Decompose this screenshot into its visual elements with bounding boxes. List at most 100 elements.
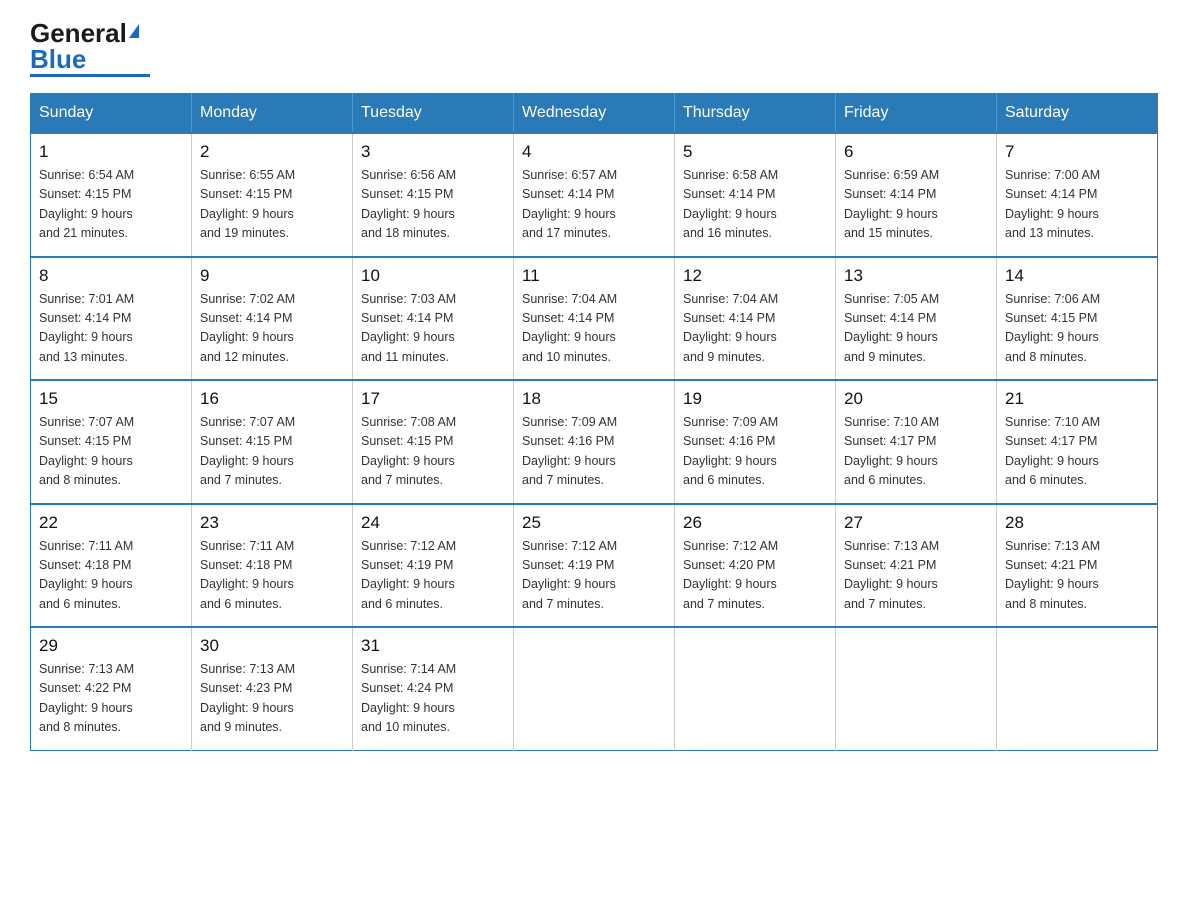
day-number: 30	[200, 636, 344, 656]
day-number: 23	[200, 513, 344, 533]
logo-triangle-icon	[129, 24, 139, 38]
day-number: 22	[39, 513, 183, 533]
day-info: Sunrise: 7:07 AMSunset: 4:15 PMDaylight:…	[39, 413, 183, 491]
week-row-5: 29 Sunrise: 7:13 AMSunset: 4:22 PMDayligh…	[31, 627, 1158, 750]
day-number: 29	[39, 636, 183, 656]
day-cell: 2Sunrise: 6:55 AMSunset: 4:15 PMDaylight…	[192, 133, 353, 257]
day-number: 17	[361, 389, 505, 409]
header-wednesday: Wednesday	[514, 94, 675, 134]
day-cell	[514, 627, 675, 750]
day-info: Sunrise: 7:04 AMSunset: 4:14 PMDaylight:…	[683, 290, 827, 368]
day-cell: 30Sunrise: 7:13 AMSunset: 4:23 PMDayligh…	[192, 627, 353, 750]
day-info: Sunrise: 7:12 AMSunset: 4:19 PMDaylight:…	[361, 537, 505, 615]
day-number: 31	[361, 636, 505, 656]
day-info: Sunrise: 7:03 AMSunset: 4:14 PMDaylight:…	[361, 290, 505, 368]
day-info: Sunrise: 7:13 AMSunset: 4:21 PMDaylight:…	[1005, 537, 1149, 615]
day-info: Sunrise: 6:54 AMSunset: 4:15 PMDaylight:…	[39, 166, 183, 244]
day-cell: 26 Sunrise: 7:12 AMSunset: 4:20 PMDayligh…	[675, 504, 836, 628]
day-cell: 12 Sunrise: 7:04 AMSunset: 4:14 PMDayligh…	[675, 257, 836, 381]
day-info: Sunrise: 7:04 AMSunset: 4:14 PMDaylight:…	[522, 290, 666, 368]
day-info: Sunrise: 7:10 AMSunset: 4:17 PMDaylight:…	[1005, 413, 1149, 491]
day-info: Sunrise: 7:08 AMSunset: 4:15 PMDaylight:…	[361, 413, 505, 491]
header-thursday: Thursday	[675, 94, 836, 134]
day-info: Sunrise: 6:56 AMSunset: 4:15 PMDaylight:…	[361, 166, 505, 244]
week-row-3: 15 Sunrise: 7:07 AMSunset: 4:15 PMDayligh…	[31, 380, 1158, 504]
day-number: 12	[683, 266, 827, 286]
day-cell: 20 Sunrise: 7:10 AMSunset: 4:17 PMDayligh…	[836, 380, 997, 504]
day-cell: 8Sunrise: 7:01 AMSunset: 4:14 PMDaylight…	[31, 257, 192, 381]
page-header: General Blue	[30, 20, 1158, 77]
day-cell: 1 Sunrise: 6:54 AMSunset: 4:15 PMDaylight…	[31, 133, 192, 257]
week-row-2: 8Sunrise: 7:01 AMSunset: 4:14 PMDaylight…	[31, 257, 1158, 381]
day-info: Sunrise: 6:59 AMSunset: 4:14 PMDaylight:…	[844, 166, 988, 244]
day-number: 19	[683, 389, 827, 409]
day-cell: 6Sunrise: 6:59 AMSunset: 4:14 PMDaylight…	[836, 133, 997, 257]
day-cell: 10Sunrise: 7:03 AMSunset: 4:14 PMDayligh…	[353, 257, 514, 381]
week-row-1: 1 Sunrise: 6:54 AMSunset: 4:15 PMDaylight…	[31, 133, 1158, 257]
logo: General Blue	[30, 20, 150, 77]
day-cell: 18Sunrise: 7:09 AMSunset: 4:16 PMDayligh…	[514, 380, 675, 504]
day-info: Sunrise: 7:10 AMSunset: 4:17 PMDaylight:…	[844, 413, 988, 491]
day-info: Sunrise: 7:01 AMSunset: 4:14 PMDaylight:…	[39, 290, 183, 368]
day-cell: 4Sunrise: 6:57 AMSunset: 4:14 PMDaylight…	[514, 133, 675, 257]
day-info: Sunrise: 7:13 AMSunset: 4:22 PMDaylight:…	[39, 660, 183, 738]
day-number: 13	[844, 266, 988, 286]
header-saturday: Saturday	[997, 94, 1158, 134]
day-number: 21	[1005, 389, 1149, 409]
day-number: 16	[200, 389, 344, 409]
header-tuesday: Tuesday	[353, 94, 514, 134]
day-cell: 13 Sunrise: 7:05 AMSunset: 4:14 PMDayligh…	[836, 257, 997, 381]
day-number: 18	[522, 389, 666, 409]
day-cell: 16 Sunrise: 7:07 AMSunset: 4:15 PMDayligh…	[192, 380, 353, 504]
day-cell: 28 Sunrise: 7:13 AMSunset: 4:21 PMDayligh…	[997, 504, 1158, 628]
logo-underline	[30, 74, 150, 77]
day-info: Sunrise: 7:07 AMSunset: 4:15 PMDaylight:…	[200, 413, 344, 491]
day-number: 28	[1005, 513, 1149, 533]
day-number: 9	[200, 266, 344, 286]
day-info: Sunrise: 7:09 AMSunset: 4:16 PMDaylight:…	[683, 413, 827, 491]
day-number: 15	[39, 389, 183, 409]
day-cell: 25Sunrise: 7:12 AMSunset: 4:19 PMDayligh…	[514, 504, 675, 628]
day-number: 25	[522, 513, 666, 533]
header-monday: Monday	[192, 94, 353, 134]
day-cell	[836, 627, 997, 750]
day-cell: 27Sunrise: 7:13 AMSunset: 4:21 PMDayligh…	[836, 504, 997, 628]
week-row-4: 22 Sunrise: 7:11 AMSunset: 4:18 PMDayligh…	[31, 504, 1158, 628]
day-cell	[675, 627, 836, 750]
day-info: Sunrise: 6:58 AMSunset: 4:14 PMDaylight:…	[683, 166, 827, 244]
logo-blue: Blue	[30, 44, 86, 74]
calendar-table: SundayMondayTuesdayWednesdayThursdayFrid…	[30, 93, 1158, 751]
day-cell: 19 Sunrise: 7:09 AMSunset: 4:16 PMDayligh…	[675, 380, 836, 504]
day-number: 1	[39, 142, 183, 162]
calendar-body: 1 Sunrise: 6:54 AMSunset: 4:15 PMDaylight…	[31, 133, 1158, 750]
day-info: Sunrise: 7:13 AMSunset: 4:21 PMDaylight:…	[844, 537, 988, 615]
day-cell: 11 Sunrise: 7:04 AMSunset: 4:14 PMDayligh…	[514, 257, 675, 381]
day-info: Sunrise: 6:55 AMSunset: 4:15 PMDaylight:…	[200, 166, 344, 244]
day-cell: 23 Sunrise: 7:11 AMSunset: 4:18 PMDayligh…	[192, 504, 353, 628]
day-info: Sunrise: 7:00 AMSunset: 4:14 PMDaylight:…	[1005, 166, 1149, 244]
day-cell: 21 Sunrise: 7:10 AMSunset: 4:17 PMDayligh…	[997, 380, 1158, 504]
day-number: 11	[522, 266, 666, 286]
day-info: Sunrise: 7:11 AMSunset: 4:18 PMDaylight:…	[39, 537, 183, 615]
day-number: 7	[1005, 142, 1149, 162]
day-info: Sunrise: 7:12 AMSunset: 4:20 PMDaylight:…	[683, 537, 827, 615]
header-sunday: Sunday	[31, 94, 192, 134]
day-cell: 24Sunrise: 7:12 AMSunset: 4:19 PMDayligh…	[353, 504, 514, 628]
day-cell: 7 Sunrise: 7:00 AMSunset: 4:14 PMDaylight…	[997, 133, 1158, 257]
day-number: 4	[522, 142, 666, 162]
day-cell: 9 Sunrise: 7:02 AMSunset: 4:14 PMDaylight…	[192, 257, 353, 381]
day-info: Sunrise: 7:06 AMSunset: 4:15 PMDaylight:…	[1005, 290, 1149, 368]
header-row: SundayMondayTuesdayWednesdayThursdayFrid…	[31, 94, 1158, 134]
day-number: 26	[683, 513, 827, 533]
header-friday: Friday	[836, 94, 997, 134]
day-info: Sunrise: 7:11 AMSunset: 4:18 PMDaylight:…	[200, 537, 344, 615]
day-number: 14	[1005, 266, 1149, 286]
day-info: Sunrise: 7:02 AMSunset: 4:14 PMDaylight:…	[200, 290, 344, 368]
day-cell: 31 Sunrise: 7:14 AMSunset: 4:24 PMDayligh…	[353, 627, 514, 750]
day-cell: 29 Sunrise: 7:13 AMSunset: 4:22 PMDayligh…	[31, 627, 192, 750]
day-cell: 5Sunrise: 6:58 AMSunset: 4:14 PMDaylight…	[675, 133, 836, 257]
day-info: Sunrise: 7:14 AMSunset: 4:24 PMDaylight:…	[361, 660, 505, 738]
day-cell	[997, 627, 1158, 750]
day-info: Sunrise: 7:05 AMSunset: 4:14 PMDaylight:…	[844, 290, 988, 368]
day-number: 20	[844, 389, 988, 409]
